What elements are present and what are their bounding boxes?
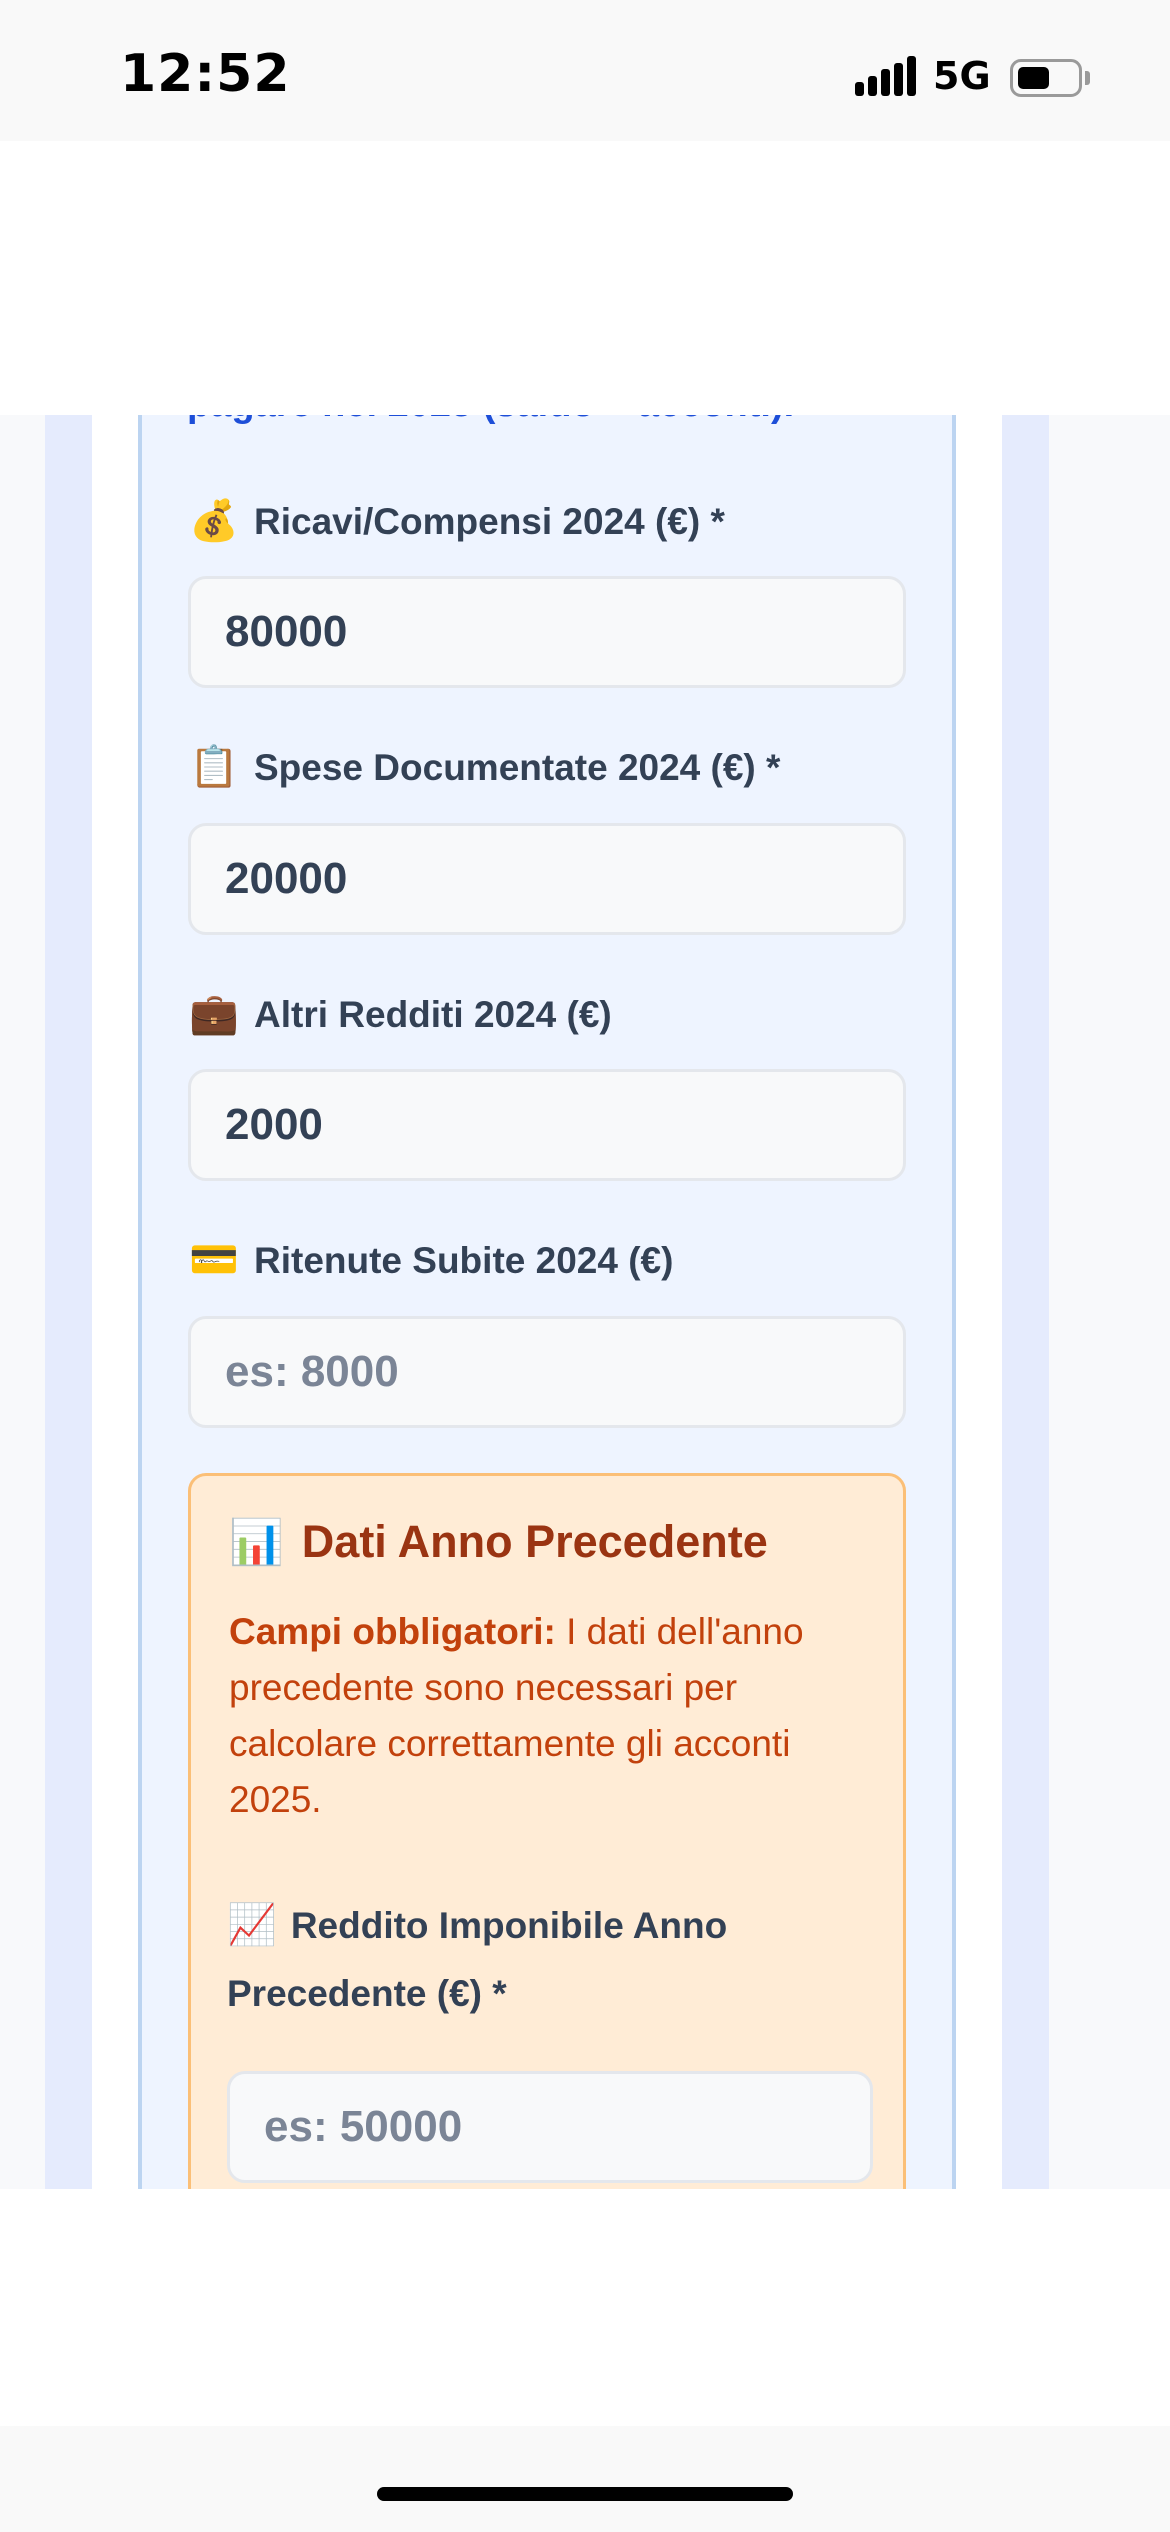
previous-year-panel: 📊 Dati Anno Precedente Campi obbligatori:… <box>188 1473 906 2189</box>
previous-year-title: 📊 Dati Anno Precedente <box>229 1516 768 1568</box>
credit-card-icon: 💳 <box>189 1237 239 1283</box>
other-income-label: 💼 Altri Redditi 2024 (€) <box>188 990 612 1037</box>
status-bar: 12:52 5G <box>0 0 1170 141</box>
revenue-input[interactable] <box>188 576 906 688</box>
expenses-input[interactable] <box>188 823 906 935</box>
previous-taxable-income-label-text: Reddito Imponibile Anno Precedente (€) * <box>227 1905 728 2014</box>
bar-chart-icon: 📊 <box>229 1517 284 1568</box>
expenses-label: 📋 Spese Documentate 2024 (€) * <box>188 743 780 790</box>
expenses-label-text: Spese Documentate 2024 (€) * <box>254 747 781 788</box>
bottom-area <box>0 2189 1170 2426</box>
chart-increasing-icon: 📈 <box>227 1902 277 1948</box>
withholdings-label: 💳 Ritenute Subite 2024 (€) <box>188 1236 673 1283</box>
required-fields-label: Campi obbligatori: <box>229 1611 556 1652</box>
network-type: 5G <box>933 54 991 98</box>
status-time: 12:52 <box>120 44 291 104</box>
battery-level <box>1018 67 1049 89</box>
home-indicator-area <box>0 2426 1170 2532</box>
battery-icon <box>1010 59 1082 97</box>
previous-year-note: Campi obbligatori: I dati dell'anno prec… <box>229 1604 869 1828</box>
cellular-signal-icon <box>855 56 917 96</box>
clipboard-icon: 📋 <box>189 744 239 790</box>
other-income-input[interactable] <box>188 1069 906 1181</box>
section-intro-text: pagare nel 2025 (saldo + acconti). <box>187 415 794 426</box>
previous-taxable-income-input[interactable] <box>227 2071 873 2183</box>
withholdings-label-text: Ritenute Subite 2024 (€) <box>254 1240 674 1281</box>
revenue-label-text: Ricavi/Compensi 2024 (€) * <box>254 501 725 542</box>
other-income-label-text: Altri Redditi 2024 (€) <box>254 994 612 1035</box>
previous-year-title-text: Dati Anno Precedente <box>301 1516 768 1567</box>
revenue-label: 💰 Ricavi/Compensi 2024 (€) * <box>188 497 725 544</box>
withholdings-input[interactable] <box>188 1316 906 1428</box>
home-indicator[interactable] <box>377 2487 793 2501</box>
previous-taxable-income-label: 📈 Reddito Imponibile Anno Precedente (€) … <box>227 1891 867 2028</box>
battery-cap <box>1085 71 1090 85</box>
header-area <box>0 141 1170 415</box>
money-bag-icon: 💰 <box>189 498 239 544</box>
briefcase-icon: 💼 <box>189 991 239 1037</box>
content-viewport[interactable]: pagare nel 2025 (saldo + acconti). 💰 Rica… <box>0 415 1170 2189</box>
